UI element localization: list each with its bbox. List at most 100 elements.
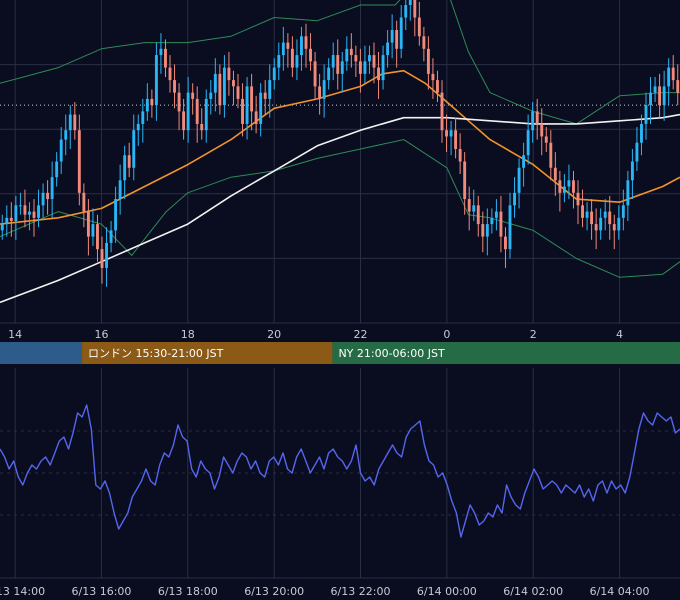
candle-body (263, 92, 267, 99)
candle-body (272, 67, 276, 81)
candle-body (86, 211, 90, 237)
candle-body (413, 0, 417, 18)
candle-body (259, 92, 263, 124)
price-x-tick-label: 22 (354, 328, 368, 341)
candle-body (105, 242, 108, 268)
candle-body (173, 80, 176, 93)
price-x-tick-label: 16 (94, 328, 108, 341)
oscillator-x-tick-label: 6/14 00:00 (417, 585, 477, 598)
candle-body (494, 211, 498, 218)
candle-body (617, 217, 621, 231)
candle-body (558, 180, 562, 193)
candle-body (227, 67, 231, 81)
candle-body (300, 36, 303, 56)
candle-body (100, 249, 104, 268)
session-london-label: ロンドン 15:30-21:00 JST (88, 347, 224, 360)
candle-body (164, 48, 167, 68)
candle-body (14, 205, 18, 221)
candle-body (476, 205, 480, 225)
candle-body (204, 98, 208, 131)
candle-body (136, 123, 140, 131)
candle-body (0, 224, 4, 231)
candle-body (127, 155, 131, 168)
candle-body (286, 42, 290, 49)
candle-body (581, 205, 584, 218)
candle-body (662, 86, 666, 106)
candle-body (658, 86, 662, 106)
candle-body (368, 55, 371, 62)
candle-body (218, 73, 222, 106)
candle-body (354, 55, 358, 62)
candle-body (28, 211, 31, 215)
candle-body (91, 224, 95, 237)
candle-body (445, 130, 448, 137)
candle-body (381, 55, 385, 81)
candle-body (55, 161, 59, 178)
candle-body (68, 114, 72, 131)
candle-body (159, 48, 163, 56)
candle-body (377, 67, 380, 81)
candle-body (576, 192, 580, 206)
candle-body (513, 192, 516, 206)
candle-body (109, 230, 113, 243)
candle-body (222, 67, 226, 106)
candle-body (41, 192, 45, 206)
session-bar: ロンドン 15:30-21:00 JST NY 21:00-06:00 JST (0, 342, 680, 364)
candle-body (504, 236, 507, 250)
candle-body (186, 92, 190, 131)
candle-body (612, 224, 616, 231)
candle-body (18, 205, 22, 207)
candle-body (114, 199, 118, 231)
candle-body (526, 130, 530, 156)
candle-body (309, 48, 312, 62)
candle-body (209, 92, 213, 99)
candle-body (281, 42, 285, 56)
price-x-tick-label: 0 (443, 328, 450, 341)
candle-body (499, 211, 503, 237)
candle-body (96, 224, 99, 250)
candle-body (168, 67, 172, 81)
candle-body (395, 30, 399, 49)
price-x-tick-label: 18 (181, 328, 195, 341)
candle-body (23, 205, 27, 215)
candle-body (621, 205, 625, 218)
candle-body (399, 17, 403, 49)
candle-body (236, 86, 240, 99)
candle-body (358, 61, 362, 74)
candle-body (50, 177, 54, 200)
candle-body (318, 86, 322, 99)
candle-body (635, 142, 639, 162)
candle-body (232, 80, 235, 87)
oscillator-x-tick-label: 6/13 16:00 (72, 585, 132, 598)
candle-body (322, 80, 326, 99)
session-ny-label: NY 21:00-06:00 JST (338, 347, 445, 360)
candle-body (590, 211, 594, 225)
chart-canvas: ロンドン 15:30-21:00 JST NY 21:00-06:00 JST … (0, 0, 680, 600)
candle-body (603, 211, 607, 218)
candle-body (191, 92, 195, 99)
candle-body (676, 80, 680, 93)
oscillator-x-tick-label: 6/13 20:00 (244, 585, 304, 598)
candle-body (599, 217, 603, 231)
candle-body (463, 161, 467, 200)
candle-body (250, 86, 254, 112)
candle-body (626, 180, 630, 206)
candle-body (345, 48, 349, 62)
candle-body (268, 80, 272, 99)
candle-body (64, 130, 68, 140)
candle-body (145, 98, 149, 112)
candle-body (150, 98, 154, 106)
candle-body (454, 130, 458, 149)
oscillator-x-tick-label: 6/13 18:00 (158, 585, 218, 598)
candle-body (408, 0, 412, 6)
candle-body (585, 211, 589, 218)
candle-body (123, 155, 127, 181)
candle-body (671, 67, 675, 81)
candle-body (449, 130, 453, 137)
candle-body (336, 55, 340, 74)
candle-body (327, 67, 331, 81)
price-x-tick-label: 20 (267, 328, 281, 341)
candle-body (37, 205, 40, 218)
candle-body (132, 130, 136, 168)
oscillator-x-tick-label: 6/14 04:00 (590, 585, 650, 598)
